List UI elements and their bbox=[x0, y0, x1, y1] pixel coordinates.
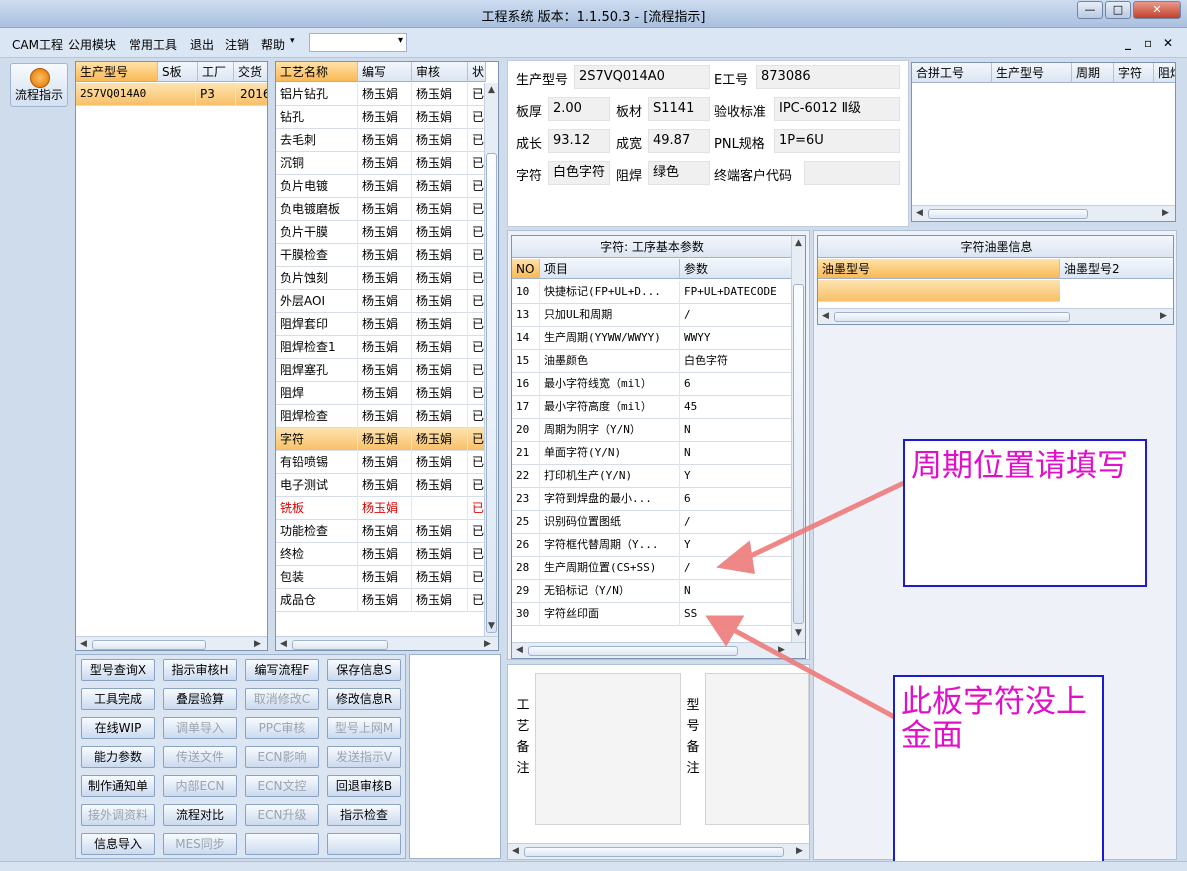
arrow-to-print-side bbox=[728, 625, 902, 723]
annotation-fill-period: 周期位置请填写 bbox=[903, 439, 1147, 587]
annotation-no-gold: 此板字符没上金面 bbox=[893, 675, 1104, 871]
status-bar bbox=[0, 861, 1187, 871]
annotation-text-2: 此板字符没上金面 bbox=[901, 684, 1087, 754]
arrowhead-period bbox=[716, 540, 755, 575]
arrow-to-period-position bbox=[740, 477, 912, 563]
annotation-text-1: 周期位置请填写 bbox=[911, 448, 1128, 484]
arrowhead-print-side bbox=[705, 615, 745, 647]
